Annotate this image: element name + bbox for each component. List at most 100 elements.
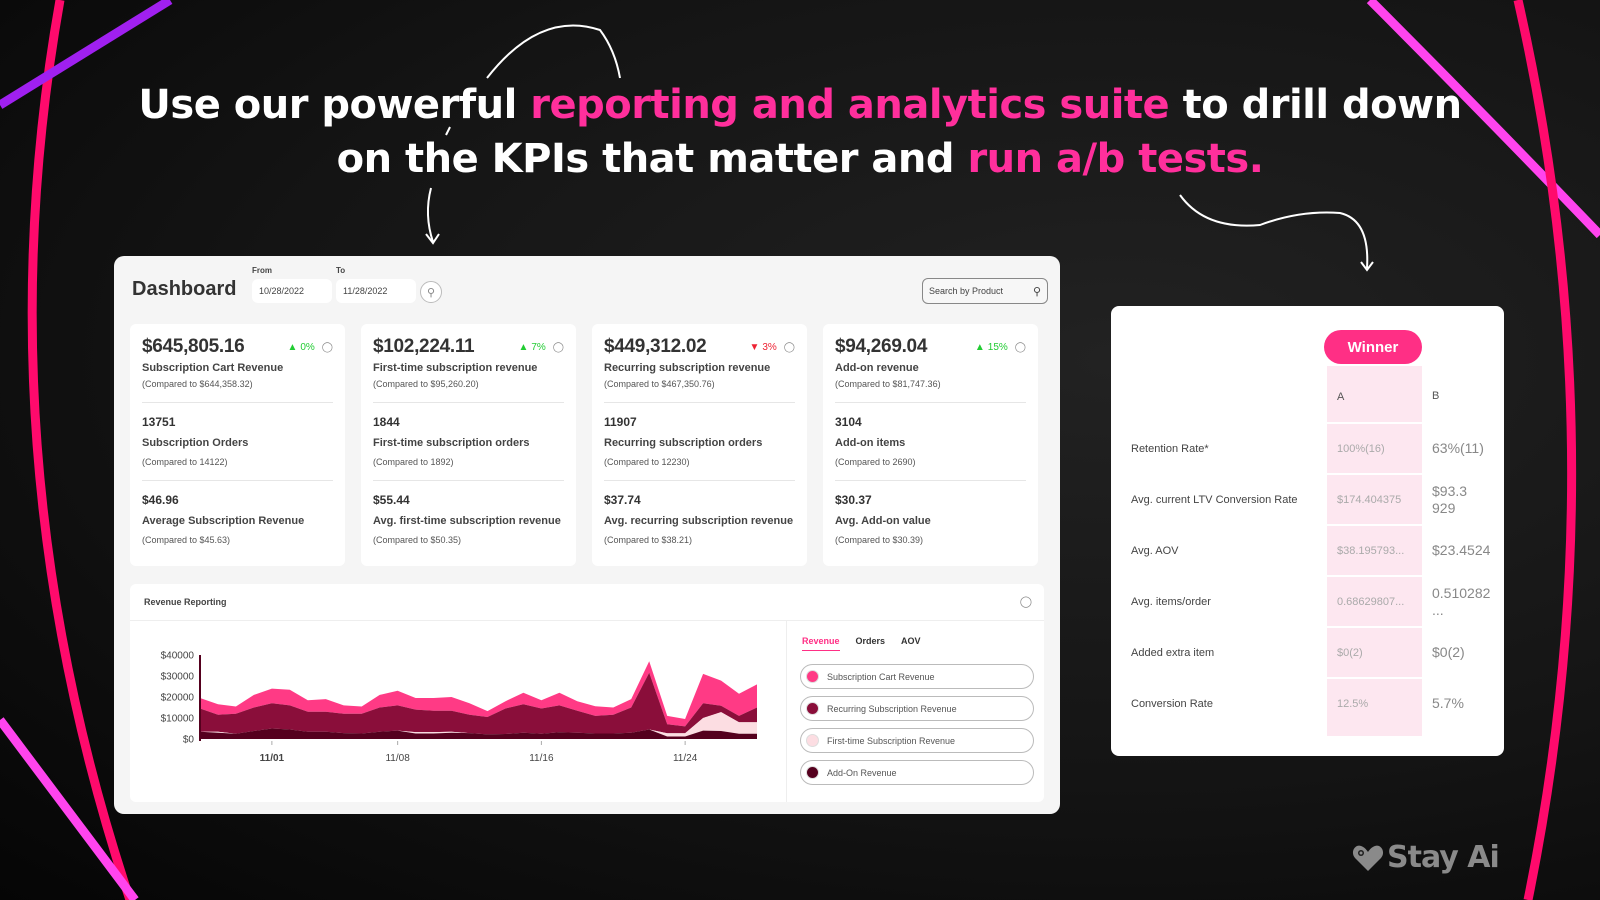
search-icon[interactable]: ⚲ xyxy=(1033,285,1041,298)
triangle-up-icon: ▲ xyxy=(518,341,529,353)
legend-item-add-on[interactable]: Add-On Revenue xyxy=(800,760,1034,785)
legend-item-first-time[interactable]: First-time Subscription Revenue xyxy=(800,728,1034,753)
kpi-sub-compare: (Compared to 1892) xyxy=(373,457,454,467)
triangle-up-icon: ▲ xyxy=(974,341,985,353)
page-title: Dashboard xyxy=(132,278,237,300)
kpi-sub-label: Add-on items xyxy=(835,437,906,449)
triangle-up-icon: ▲ xyxy=(287,341,298,353)
kpi-compare: (Compared to $644,358.32) xyxy=(142,379,253,389)
metric-label: Conversion Rate xyxy=(1131,697,1213,710)
search-box[interactable]: ⚲ xyxy=(922,278,1048,304)
kpi-label: Subscription Cart Revenue xyxy=(142,362,284,374)
legend-label: Add-On Revenue xyxy=(827,767,897,778)
kpi-compare: (Compared to $467,350.76) xyxy=(604,379,715,389)
y-tick-label: $0 xyxy=(183,735,195,746)
column-b-header: B xyxy=(1432,390,1440,402)
kpi-delta-value: 15% xyxy=(987,341,1008,353)
headline-line-2: on the KPIs that matter and run a/b test… xyxy=(0,132,1600,186)
variant-a-value: 100%(16) xyxy=(1337,442,1385,455)
legend-item-recurring[interactable]: Recurring Subscription Revenue xyxy=(800,696,1034,721)
kpi-sub-compare: (Compared to 2690) xyxy=(835,457,916,467)
kpi-compare: (Compared to $95,260.20) xyxy=(373,379,479,389)
kpi-value: $449,312.02 xyxy=(604,336,707,357)
legend-color-dot xyxy=(806,734,819,747)
divider xyxy=(786,621,787,802)
lightbulb-icon[interactable]: ◯ xyxy=(1015,342,1026,353)
kpi-value: $645,805.16 xyxy=(142,336,245,357)
lightbulb-icon[interactable]: ◯ xyxy=(322,342,333,353)
table-row: Retention Rate* 100%(16) 63%(11) xyxy=(1131,423,1504,474)
legend-label: Recurring Subscription Revenue xyxy=(827,703,957,714)
headline-highlight: run a/b tests. xyxy=(967,136,1264,182)
headline-text: to drill down xyxy=(1169,82,1463,128)
kpi-card: $449,312.02 ▼ 3% ◯ Recurring subscription … xyxy=(592,324,807,566)
from-date-input[interactable] xyxy=(252,279,332,303)
tab-orders[interactable]: Orders xyxy=(856,636,886,651)
headline: Use our powerful reporting and analytics… xyxy=(0,78,1600,186)
lightbulb-icon[interactable]: ◯ xyxy=(1020,595,1032,608)
kpi-sub-label: Average Subscription Revenue xyxy=(142,515,305,527)
revenue-area-chart: $40000$30000$20000$10000$0 11/01 11/08 11/… xyxy=(161,651,757,764)
variant-b-value: $93.3 929 xyxy=(1432,482,1468,516)
lightbulb-icon[interactable]: ◯ xyxy=(553,342,564,353)
table-row: Added extra item $0(2) $0(2) xyxy=(1131,627,1504,678)
kpi-delta-value: 0% xyxy=(300,341,315,353)
x-tick-label: 11/08 xyxy=(385,753,410,764)
kpi-delta: ▲ 15% ◯ xyxy=(975,342,1026,353)
kpi-value: $102,224.11 xyxy=(373,336,475,357)
chart-tabs: Revenue Orders AOV xyxy=(802,636,921,651)
ab-test-card: Winner A B Retention Rate* 100%(16) 63%(… xyxy=(1111,306,1504,756)
panel-title: Revenue Reporting xyxy=(144,597,227,607)
kpi-sub-label: Avg. first-time subscription revenue xyxy=(373,515,561,527)
kpi-label: Recurring subscription revenue xyxy=(604,362,771,374)
legend-item-subscription-cart[interactable]: Subscription Cart Revenue xyxy=(800,664,1034,689)
headline-text: on the KPIs that matter and xyxy=(336,136,968,182)
variant-b-value: $23.4524 xyxy=(1432,542,1491,558)
y-tick-label: $30000 xyxy=(161,672,195,683)
kpi-sub-value: $30.37 xyxy=(835,493,872,507)
kpi-card: $102,224.11 ▲ 7% ◯ First-time subscription… xyxy=(361,324,576,566)
lightbulb-icon[interactable]: ◯ xyxy=(784,342,795,353)
metric-label: Avg. current LTV Conversion Rate xyxy=(1131,493,1298,506)
table-row: Avg. items/order 0.68629807... 0.510282 … xyxy=(1131,576,1504,627)
kpi-delta: ▼ 3% ◯ xyxy=(749,342,795,353)
variant-a-value: 0.68629807... xyxy=(1337,595,1405,608)
table-row: Conversion Rate 12.5% 5.7% xyxy=(1131,678,1504,729)
legend-color-dot xyxy=(806,702,819,715)
y-tick-label: $10000 xyxy=(161,714,195,725)
kpi-sub-label: Avg. Add-on value xyxy=(835,515,931,527)
kpi-sub-value: $55.44 xyxy=(373,493,410,507)
y-tick-label: $20000 xyxy=(161,693,195,704)
lightbulb-button[interactable]: ⚲ xyxy=(420,281,442,303)
legend-label: First-time Subscription Revenue xyxy=(827,735,956,746)
kpi-sub-compare: (Compared to $50.35) xyxy=(373,535,462,545)
search-input[interactable] xyxy=(929,286,1029,296)
to-date-input[interactable] xyxy=(336,279,416,303)
headline-text: Use our powerful xyxy=(138,82,531,128)
divider xyxy=(604,480,795,481)
from-date-group: From xyxy=(252,266,332,303)
headline-highlight: reporting and analytics suite xyxy=(530,82,1170,128)
variant-b-value: 63%(11) xyxy=(1432,440,1484,456)
kpi-sub-value: 1844 xyxy=(373,415,400,429)
kpi-delta: ▲ 0% ◯ xyxy=(287,342,333,353)
x-axis: 11/01 11/08 11/16 11/24 xyxy=(260,741,698,764)
headline-line-1: Use our powerful reporting and analytics… xyxy=(0,78,1600,132)
kpi-sub-value: 11907 xyxy=(604,415,637,429)
metric-label: Avg. items/order xyxy=(1131,595,1211,608)
tab-revenue[interactable]: Revenue xyxy=(802,636,840,651)
kpi-sub-label: Subscription Orders xyxy=(142,437,249,449)
chart-areas xyxy=(200,661,757,739)
tab-aov[interactable]: AOV xyxy=(901,636,921,651)
legend-label: Subscription Cart Revenue xyxy=(827,671,935,682)
revenue-reporting-panel: Revenue Reporting ◯ $40000 $30000 $20000 $1… xyxy=(130,584,1044,802)
divider xyxy=(373,402,564,403)
variant-b-value: $0(2) xyxy=(1432,644,1465,660)
kpi-compare: (Compared to $81,747.36) xyxy=(835,379,941,389)
triangle-down-icon: ▼ xyxy=(749,341,760,353)
kpi-sub-label: Avg. recurring subscription revenue xyxy=(604,515,794,527)
variant-a-value: $174.404375 xyxy=(1337,493,1402,506)
divider xyxy=(835,402,1026,403)
kpi-card: $645,805.16 ▲ 0% ◯ Subscription Cart Reven… xyxy=(130,324,345,566)
dashboard-window: Dashboard From To ⚲ ⚲ $645,805.16 ▲0%◯ S… xyxy=(114,256,1060,814)
